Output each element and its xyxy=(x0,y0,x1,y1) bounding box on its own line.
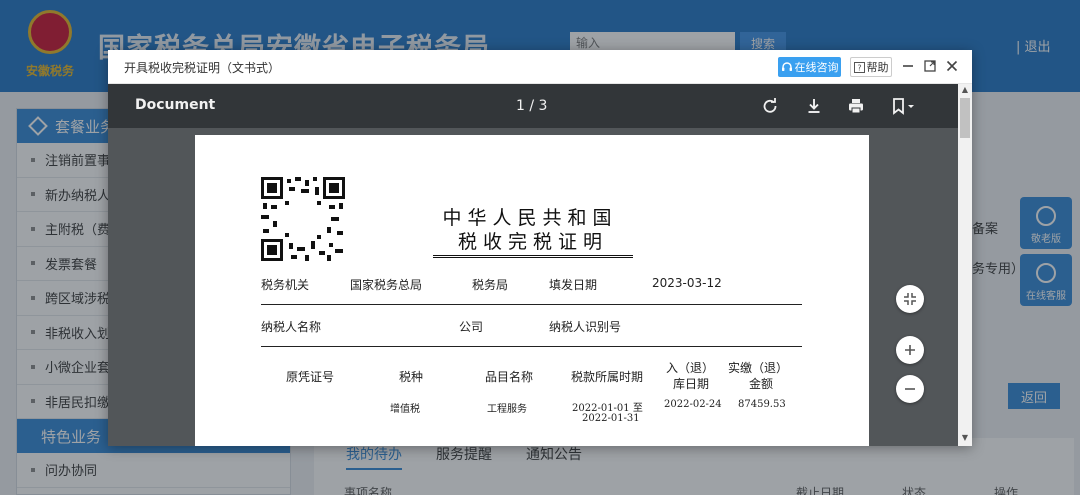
online-consult-label: 在线咨询 xyxy=(794,61,839,74)
document-title-line2: 税收完税证明 xyxy=(433,227,633,258)
col-voucher-number: 原凭证号 xyxy=(286,370,335,384)
dialog-title: 开具税收完税证明（文书式） xyxy=(124,61,281,75)
download-icon xyxy=(808,99,820,113)
plus-icon xyxy=(905,345,915,355)
qr-code xyxy=(261,177,345,261)
bookmark-icon xyxy=(893,98,914,115)
row-amount: 87459.53 xyxy=(738,399,786,410)
maximize-icon xyxy=(924,60,936,72)
tax-certificate-dialog: 开具税收完税证明（文书式） 在线咨询 ? 帮助 Document 1 / 3 ▲… xyxy=(108,50,972,446)
close-button[interactable] xyxy=(943,57,961,77)
fill-date-label: 填发日期 xyxy=(549,278,598,292)
print-button[interactable] xyxy=(846,96,866,116)
col-amount-l1: 实缴（退） xyxy=(728,361,789,375)
col-storage-date-l2: 库日期 xyxy=(673,377,710,391)
tax-office-suffix: 税务局 xyxy=(472,278,509,292)
download-button[interactable] xyxy=(804,96,824,116)
rotate-icon xyxy=(763,98,777,113)
online-consult-button[interactable]: 在线咨询 xyxy=(778,57,841,77)
dialog-titlebar: 开具税收完税证明（文书式） 在线咨询 ? 帮助 xyxy=(108,50,972,84)
help-label: 帮助 xyxy=(866,61,889,74)
help-icon: ? xyxy=(853,61,865,73)
rotate-button[interactable] xyxy=(760,96,780,116)
row-item-name: 工程服务 xyxy=(487,404,527,415)
scroll-thumb[interactable] xyxy=(960,98,970,138)
minus-icon xyxy=(905,388,915,390)
bookmark-menu-button[interactable] xyxy=(890,96,920,116)
taxpayer-id-label: 纳税人识别号 xyxy=(549,320,622,334)
col-amount-l2: 金额 xyxy=(749,377,774,391)
document-title-line1: 中华人民共和国 xyxy=(442,207,618,229)
pdf-toolbar: Document 1 / 3 xyxy=(108,84,958,128)
minimize-button[interactable] xyxy=(899,57,917,77)
divider-line xyxy=(261,346,802,347)
zoom-out-button[interactable] xyxy=(896,375,924,403)
fill-date-value: 2023-03-12 xyxy=(652,276,722,290)
col-item-name: 品目名称 xyxy=(485,370,534,384)
pdf-viewer[interactable]: Document 1 / 3 ▲ ▼ 中华人民共和国 税收完税证明 税务机关 国… xyxy=(108,84,972,446)
pdf-scrollbar[interactable]: ▲ ▼ xyxy=(958,84,972,446)
taxpayer-name-label: 纳税人名称 xyxy=(261,320,322,334)
col-tax-type: 税种 xyxy=(399,370,424,384)
pdf-page-indicator: 1 / 3 xyxy=(516,98,547,114)
col-storage-date-l1: 入（退） xyxy=(666,361,715,375)
minimize-icon xyxy=(903,65,913,67)
close-icon xyxy=(946,60,958,72)
maximize-button[interactable] xyxy=(921,57,939,77)
fit-to-page-icon xyxy=(904,293,916,305)
divider-line xyxy=(261,304,802,305)
pdf-page-separator: / xyxy=(524,98,539,114)
taxpayer-name-suffix: 公司 xyxy=(459,320,484,334)
zoom-in-button[interactable] xyxy=(896,336,924,364)
row-storage-date: 2022-02-24 xyxy=(664,399,722,410)
fit-page-button[interactable] xyxy=(896,285,924,313)
pdf-total-pages: 3 xyxy=(538,98,548,114)
pdf-document-title: Document xyxy=(135,97,216,113)
svg-text:?: ? xyxy=(857,63,861,72)
pdf-current-page[interactable]: 1 xyxy=(516,98,525,114)
tax-office-value: 国家税务总局 xyxy=(350,278,423,292)
help-button[interactable]: ? 帮助 xyxy=(850,57,892,77)
tax-office-label: 税务机关 xyxy=(261,278,310,292)
scroll-up-icon[interactable]: ▲ xyxy=(961,86,969,94)
col-tax-period: 税款所属时期 xyxy=(571,370,644,384)
scroll-down-icon[interactable]: ▼ xyxy=(961,434,969,442)
print-icon xyxy=(849,99,863,114)
headset-icon xyxy=(781,62,792,71)
row-period-l2: 2022-01-31 xyxy=(582,413,640,424)
row-period-l1: 2022-01-01 至 xyxy=(572,403,643,414)
pdf-page: 中华人民共和国 税收完税证明 税务机关 国家税务总局 税务局 填发日期 2023… xyxy=(195,135,869,446)
row-tax-type: 增值税 xyxy=(390,404,420,415)
